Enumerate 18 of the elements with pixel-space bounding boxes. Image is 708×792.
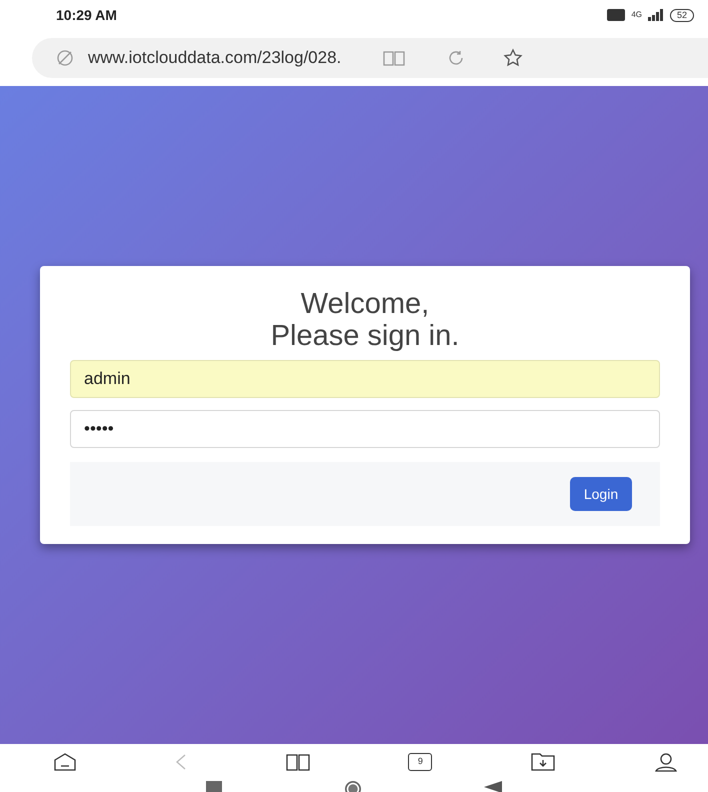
- tabs-button[interactable]: 9: [408, 753, 432, 771]
- star-icon[interactable]: [503, 48, 524, 68]
- status-time: 10:29 AM: [56, 6, 117, 24]
- battery-level: 52: [670, 8, 694, 22]
- back-triangle-icon[interactable]: [484, 781, 502, 792]
- welcome-heading: Welcome,: [300, 288, 430, 320]
- password-field[interactable]: •••••: [70, 410, 660, 448]
- signal-icon: [648, 9, 664, 21]
- login-button[interactable]: Login: [570, 477, 632, 511]
- network-type: 4G: [631, 9, 642, 21]
- home-icon[interactable]: [54, 753, 76, 771]
- download-folder-icon[interactable]: [531, 753, 556, 771]
- profile-icon[interactable]: [654, 752, 678, 772]
- bookmarks-icon[interactable]: [286, 753, 310, 771]
- sign-in-heading: Please sign in.: [270, 320, 460, 352]
- address-bar[interactable]: www.iotclouddata.com/23log/028.: [32, 38, 708, 78]
- url-text: www.iotclouddata.com/23log/028.: [88, 47, 342, 70]
- username-field[interactable]: admin: [70, 360, 660, 398]
